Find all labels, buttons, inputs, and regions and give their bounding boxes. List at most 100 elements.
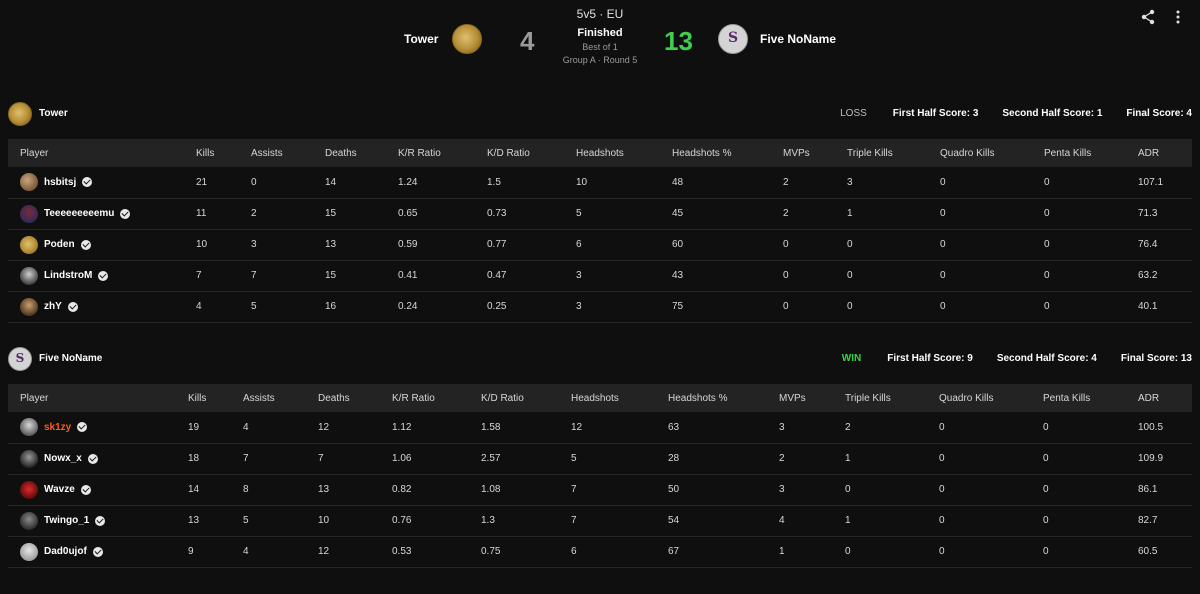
stat-quadro-kills: 0 bbox=[940, 208, 946, 219]
player-name[interactable]: Nowx_x bbox=[44, 453, 82, 464]
stat-mvps: 2 bbox=[783, 208, 789, 219]
match-best-of: Best of 1 bbox=[582, 42, 618, 52]
player-name[interactable]: Wavze bbox=[44, 484, 75, 495]
player-name[interactable]: hsbitsj bbox=[44, 177, 76, 188]
col-triple-kills: Triple Kills bbox=[847, 147, 893, 159]
player-name[interactable]: Poden bbox=[44, 239, 75, 250]
stat-triple-kills: 1 bbox=[847, 208, 853, 219]
stat-deaths: 12 bbox=[318, 421, 330, 433]
col-mvps: MVPs bbox=[779, 392, 806, 404]
avatar[interactable] bbox=[20, 418, 38, 437]
team-logo[interactable] bbox=[8, 102, 32, 126]
stat-deaths: 15 bbox=[325, 270, 337, 281]
col-assists: Assists bbox=[251, 147, 283, 159]
table-row: Wavze 14 8 13 0.82 1.08 7 50 3 0 0 0 86.1 bbox=[8, 474, 1192, 505]
player-stats-table: Player Kills Assists Deaths K/R Ratio K/… bbox=[8, 139, 1192, 323]
player-link[interactable]: Dad0ujof bbox=[20, 542, 176, 561]
stat-kr-ratio: 0.24 bbox=[398, 301, 418, 312]
player-link[interactable]: LindstroM bbox=[20, 266, 184, 285]
player-name[interactable]: sk1zy bbox=[44, 422, 71, 433]
col-quadro-kills: Quadro Kills bbox=[940, 147, 995, 159]
verified-check-icon bbox=[80, 239, 91, 250]
player-link[interactable]: Teeeeeeeeemu bbox=[20, 204, 184, 223]
stat-assists: 8 bbox=[243, 484, 249, 495]
team-title[interactable]: Tower bbox=[39, 108, 68, 119]
col-player: Player bbox=[20, 392, 49, 404]
stat-mvps: 1 bbox=[779, 546, 785, 557]
verified-check-icon bbox=[82, 177, 93, 188]
avatar[interactable] bbox=[20, 449, 38, 468]
stat-adr: 107.1 bbox=[1138, 176, 1164, 188]
verified-check-icon bbox=[87, 453, 98, 464]
table-header-row: Player Kills Assists Deaths K/R Ratio K/… bbox=[8, 139, 1192, 167]
stat-assists: 7 bbox=[251, 270, 257, 281]
player-link[interactable]: Twingo_1 bbox=[20, 511, 176, 530]
stat-quadro-kills: 0 bbox=[939, 453, 945, 464]
stat-kd-ratio: 1.3 bbox=[481, 515, 495, 526]
team-section-tower: Tower LOSS First Half Score: 3 Second Ha… bbox=[8, 100, 1192, 323]
table-row: Teeeeeeeeemu 11 2 15 0.65 0.73 5 45 2 1 0 0 71.3 bbox=[8, 198, 1192, 229]
col-deaths: Deaths bbox=[318, 392, 350, 404]
stat-penta-kills: 0 bbox=[1044, 301, 1050, 312]
player-link[interactable]: hsbitsj bbox=[20, 173, 184, 192]
player-link[interactable]: Nowx_x bbox=[20, 449, 176, 468]
more-options-button[interactable] bbox=[1172, 9, 1184, 25]
col-mvps: MVPs bbox=[783, 147, 810, 159]
player-cell: Twingo_1 bbox=[8, 505, 176, 536]
right-team-logo[interactable] bbox=[718, 24, 748, 54]
stat-mvps: 0 bbox=[783, 270, 789, 281]
match-round: Group A · Round 5 bbox=[562, 55, 638, 65]
avatar[interactable] bbox=[20, 173, 38, 192]
avatar[interactable] bbox=[20, 480, 38, 499]
stat-kr-ratio: 1.24 bbox=[398, 176, 418, 188]
stat-triple-kills: 0 bbox=[847, 301, 853, 312]
stat-assists: 4 bbox=[243, 546, 249, 557]
player-link[interactable]: Wavze bbox=[20, 480, 176, 499]
stat-kills: 4 bbox=[196, 301, 202, 312]
player-name[interactable]: Teeeeeeeeemu bbox=[44, 208, 114, 219]
stat-penta-kills: 0 bbox=[1044, 176, 1050, 188]
stat-penta-kills: 0 bbox=[1043, 484, 1049, 495]
stat-triple-kills: 3 bbox=[847, 176, 853, 188]
stat-mvps: 2 bbox=[779, 453, 785, 464]
stat-kills: 11 bbox=[196, 208, 207, 219]
avatar[interactable] bbox=[20, 542, 38, 561]
player-name[interactable]: Dad0ujof bbox=[44, 546, 87, 557]
avatar[interactable] bbox=[20, 511, 38, 530]
avatar[interactable] bbox=[20, 297, 38, 316]
stat-assists: 3 bbox=[251, 239, 257, 250]
stat-adr: 86.1 bbox=[1138, 484, 1158, 495]
right-team-score: 13 bbox=[664, 26, 693, 56]
stat-deaths: 13 bbox=[325, 239, 337, 250]
stat-kd-ratio: 1.58 bbox=[481, 421, 501, 433]
player-name[interactable]: zhY bbox=[44, 301, 62, 312]
table-row: Twingo_1 13 5 10 0.76 1.3 7 54 4 1 0 0 82.7 bbox=[8, 505, 1192, 536]
player-name[interactable]: Twingo_1 bbox=[44, 515, 89, 526]
more-vertical-icon bbox=[1176, 10, 1180, 24]
stat-kr-ratio: 0.53 bbox=[392, 546, 412, 557]
player-link[interactable]: sk1zy bbox=[20, 418, 176, 437]
avatar[interactable] bbox=[20, 235, 38, 254]
player-cell: LindstroM bbox=[8, 260, 184, 291]
avatar[interactable] bbox=[20, 204, 38, 223]
table-row: LindstroM 7 7 15 0.41 0.47 3 43 0 0 0 0 63.2 bbox=[8, 260, 1192, 291]
stat-penta-kills: 0 bbox=[1044, 270, 1050, 281]
stat-kd-ratio: 1.08 bbox=[481, 484, 501, 495]
right-team-name[interactable]: Five NoName bbox=[760, 32, 836, 46]
stat-headshots-pct: 43 bbox=[672, 270, 684, 281]
stat-headshots: 10 bbox=[576, 176, 588, 188]
stat-kd-ratio: 0.25 bbox=[487, 301, 507, 312]
stat-headshots: 6 bbox=[576, 239, 582, 250]
player-link[interactable]: Poden bbox=[20, 235, 184, 254]
player-link[interactable]: zhY bbox=[20, 297, 184, 316]
share-button[interactable] bbox=[1140, 9, 1156, 25]
stat-deaths: 10 bbox=[318, 515, 330, 526]
team-logo[interactable] bbox=[8, 347, 32, 371]
player-name[interactable]: LindstroM bbox=[44, 270, 92, 281]
avatar[interactable] bbox=[20, 266, 38, 285]
result-badge: WIN bbox=[841, 353, 862, 364]
stat-kills: 18 bbox=[188, 453, 200, 464]
team-title[interactable]: Five NoName bbox=[39, 353, 102, 364]
stat-kills: 19 bbox=[188, 421, 200, 433]
player-cell: zhY bbox=[8, 291, 184, 322]
